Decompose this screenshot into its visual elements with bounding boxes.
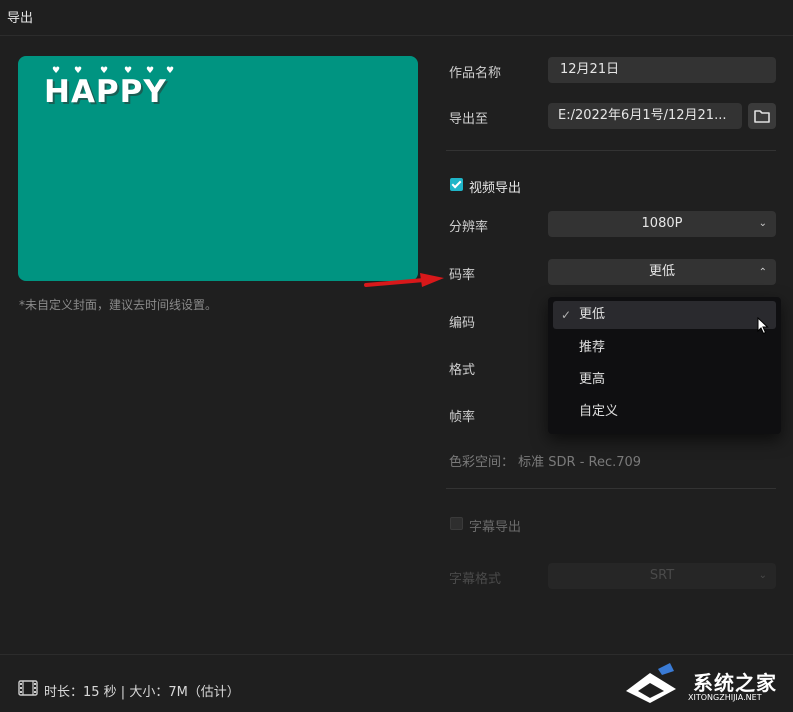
export-to-label: 导出至 [449,112,489,127]
video-export-checkbox[interactable] [450,178,463,191]
export-path-input[interactable]: E:/2022年6月1号/12月21... [548,103,742,129]
bitrate-label: 码率 [449,268,476,283]
resolution-label: 分辨率 [449,220,489,235]
duration-size-info: 时长：15 秒 | 大小：7M（估计） [44,685,240,700]
option-label: 自定义 [579,404,619,419]
subtitle-export-checkbox[interactable] [450,517,463,530]
chevron-up-icon: ⌃ [758,267,767,278]
cover-note: *未自定义封面，建议去时间线设置。 [19,298,218,312]
name-label: 作品名称 [449,66,502,81]
name-input[interactable]: 12月21日 [548,57,776,83]
bitrate-value: 更低 [648,264,675,279]
chevron-down-icon: ⌄ [758,570,767,581]
film-icon [18,680,38,696]
chevron-down-icon: ⌄ [758,218,767,229]
format-label: 格式 [449,363,476,378]
site-watermark: 系统之家 XITONGZHIJIA.NET [618,661,793,711]
browse-folder-button[interactable] [748,103,776,129]
cover-logo-text: HAPPY [44,74,167,110]
bitrate-select[interactable]: 更低 ⌃ [548,259,776,285]
watermark-text: 系统之家 [693,671,777,695]
resolution-value: 1080P [641,216,683,231]
bitrate-option-custom[interactable]: 自定义 [553,398,776,426]
window-title: 导出 [7,11,34,26]
bitrate-dropdown-menu: ✓ 更低 推荐 更高 自定义 [548,297,781,434]
subtitle-export-label: 字幕导出 [469,520,522,535]
subtitle-format-label: 字幕格式 [449,572,502,587]
option-label: 更低 [579,307,606,322]
folder-icon [754,110,770,123]
watermark-subtext: XITONGZHIJIA.NET [688,693,762,702]
bitrate-option-lower[interactable]: ✓ 更低 [553,301,776,329]
divider [446,488,776,489]
divider [446,150,776,151]
red-arrow-icon [364,273,444,287]
mouse-cursor-icon [757,317,769,335]
heart-icon: ♥ [166,66,175,76]
color-space-info: 色彩空间： 标准 SDR - Rec.709 [449,455,642,470]
codec-label: 编码 [449,316,476,331]
option-label: 推荐 [579,340,606,355]
bitrate-option-higher[interactable]: 更高 [553,366,776,394]
watermark-logo-icon [626,663,676,703]
subtitle-format-select[interactable]: SRT ⌄ [548,563,776,589]
cover-preview[interactable]: ♥ ♥ ♥ ♥ ♥ ♥ HAPPY [18,56,418,281]
bitrate-option-recommended[interactable]: 推荐 [553,334,776,362]
framerate-label: 帧率 [449,410,476,425]
video-export-label: 视频导出 [469,181,522,196]
check-icon: ✓ [561,308,572,322]
option-label: 更高 [579,372,606,387]
resolution-select[interactable]: 1080P ⌄ [548,211,776,237]
subtitle-format-value: SRT [649,568,675,583]
title-bar: 导出 [0,0,793,36]
